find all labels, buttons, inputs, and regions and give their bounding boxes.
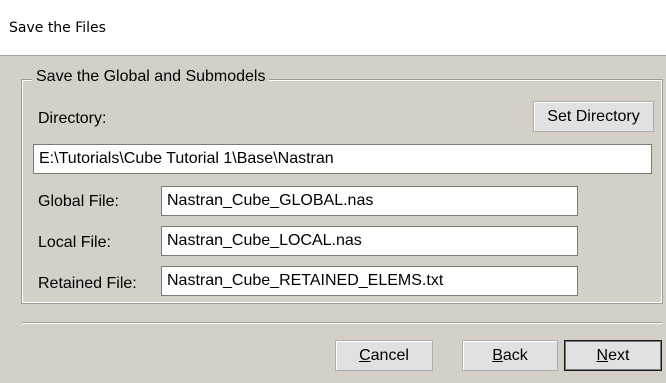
back-button[interactable]: Back [462,340,558,371]
local-file-label: Local File: [38,234,111,251]
global-file-input[interactable] [161,186,578,216]
groupbox-title: Save the Global and Submodels [32,68,270,86]
directory-input[interactable] [33,144,652,174]
retained-file-label: Retained File: [38,275,137,292]
back-label-rest: ack [502,347,528,364]
next-label-rest: ext [608,347,630,364]
footer-separator [22,322,662,324]
wizard-title: Save the Files [9,20,106,36]
directory-label: Directory: [38,110,107,127]
set-directory-button[interactable]: Set Directory [533,101,654,132]
next-button[interactable]: Next [564,340,662,371]
cancel-button[interactable]: Cancel [335,340,433,371]
cancel-accelerator: C [359,347,371,364]
cancel-label-rest: ancel [370,347,409,364]
global-file-label: Global File: [38,193,119,210]
back-accelerator: B [492,347,503,364]
next-accelerator: N [596,347,609,364]
local-file-input[interactable] [161,226,578,256]
wizard-header: Save the Files [0,0,666,56]
retained-file-input[interactable] [161,266,578,296]
